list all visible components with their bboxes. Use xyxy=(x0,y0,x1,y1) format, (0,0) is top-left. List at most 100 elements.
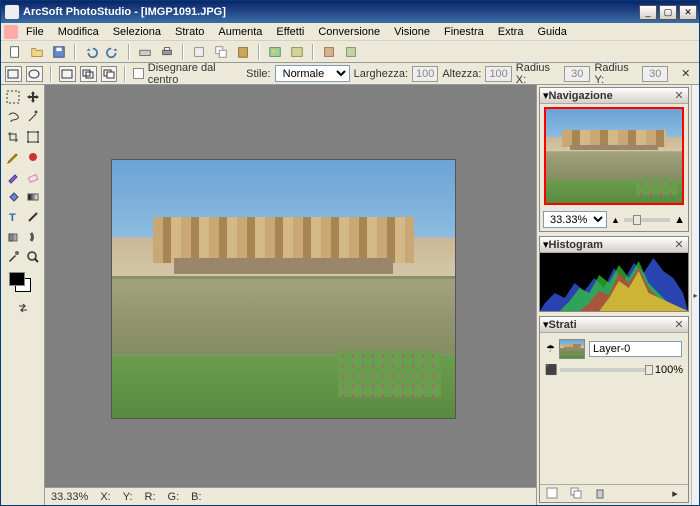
undo-button[interactable] xyxy=(81,43,101,61)
layer-row[interactable]: ☂ Layer-0 xyxy=(543,336,685,362)
mode-add-button[interactable] xyxy=(80,66,97,82)
layers-panel-title: Strati xyxy=(549,319,673,331)
menu-aumenta[interactable]: Aumenta xyxy=(212,25,268,39)
redeye-tool[interactable] xyxy=(24,148,42,166)
radiusx-label: Radius X: xyxy=(516,62,560,86)
layer-menu-button[interactable]: ▸ xyxy=(665,485,685,503)
close-button[interactable]: ✕ xyxy=(679,5,697,20)
zoom-out-icon[interactable]: ▲ xyxy=(611,215,620,225)
layers-panel: ▾Strati✕ ☂ Layer-0 ⬛ 100% ▸ xyxy=(539,316,689,503)
paste-button[interactable] xyxy=(233,43,253,61)
menu-extra[interactable]: Extra xyxy=(492,25,530,39)
swap-colors-icon[interactable] xyxy=(14,299,32,317)
lasso-tool[interactable] xyxy=(4,108,22,126)
menu-bar: File Modifica Seleziona Strato Aumenta E… xyxy=(1,23,699,41)
layers-footer: ▸ xyxy=(540,484,688,502)
histogram-display xyxy=(540,253,688,311)
mode-new-button[interactable] xyxy=(59,66,76,82)
status-y: Y: xyxy=(123,491,133,503)
mode-sub-button[interactable] xyxy=(101,66,118,82)
effect2-button[interactable] xyxy=(341,43,361,61)
copy-button[interactable] xyxy=(211,43,231,61)
app-menu-icon[interactable] xyxy=(4,25,18,39)
save-button[interactable] xyxy=(49,43,69,61)
menu-finestra[interactable]: Finestra xyxy=(438,25,490,39)
nav-close-button[interactable]: ✕ xyxy=(673,90,685,102)
menu-modifica[interactable]: Modifica xyxy=(52,25,105,39)
line-tool[interactable] xyxy=(24,208,42,226)
layer-name-field[interactable]: Layer-0 xyxy=(589,341,682,357)
height-input[interactable]: 100 xyxy=(485,66,511,82)
print-button[interactable] xyxy=(157,43,177,61)
zoom-in-icon[interactable]: ▲ xyxy=(674,214,685,226)
menu-strato[interactable]: Strato xyxy=(169,25,210,39)
layer-lock-icon[interactable]: ⬛ xyxy=(545,365,557,376)
status-r: R: xyxy=(145,491,156,503)
canvas-area[interactable]: 33.33% X: Y: R: G: B: xyxy=(45,85,536,505)
open-button[interactable] xyxy=(27,43,47,61)
shape-rect-button[interactable] xyxy=(5,66,22,82)
menu-visione[interactable]: Visione xyxy=(388,25,436,39)
layer-thumbnail[interactable] xyxy=(559,339,585,359)
new-layer-button[interactable] xyxy=(543,485,563,503)
style-label: Stile: xyxy=(246,68,270,80)
zoom-tool[interactable] xyxy=(24,248,42,266)
brush-tool[interactable] xyxy=(4,168,22,186)
radiusy-label: Radius Y: xyxy=(594,62,638,86)
opacity-slider[interactable] xyxy=(560,368,651,372)
panel-collapse-strip[interactable]: ▸ xyxy=(691,85,699,505)
options-close-button[interactable]: ✕ xyxy=(676,65,695,83)
crop-tool[interactable] xyxy=(4,128,22,146)
zoom-slider[interactable] xyxy=(624,218,670,222)
transform-tool[interactable] xyxy=(24,128,42,146)
histo-close-button[interactable]: ✕ xyxy=(673,239,685,251)
image-canvas[interactable] xyxy=(111,159,456,419)
eyedropper-tool[interactable] xyxy=(4,248,22,266)
menu-file[interactable]: File xyxy=(20,25,50,39)
document-window[interactable] xyxy=(111,159,456,419)
delete-layer-button[interactable] xyxy=(591,485,611,503)
menu-guida[interactable]: Guida xyxy=(531,25,572,39)
new-button[interactable] xyxy=(5,43,25,61)
width-label: Larghezza: xyxy=(354,68,408,80)
image2-button[interactable] xyxy=(287,43,307,61)
histogram-panel: ▾Histogram✕ xyxy=(539,236,689,312)
text-tool[interactable]: T xyxy=(4,208,22,226)
pencil-tool[interactable] xyxy=(4,148,22,166)
minimize-button[interactable]: _ xyxy=(639,5,657,20)
clone-tool[interactable] xyxy=(4,228,22,246)
navigator-thumbnail[interactable] xyxy=(544,107,684,205)
move-tool[interactable] xyxy=(24,88,42,106)
menu-seleziona[interactable]: Seleziona xyxy=(107,25,167,39)
redo-button[interactable] xyxy=(103,43,123,61)
radiusy-input[interactable]: 30 xyxy=(642,66,668,82)
scanner-button[interactable] xyxy=(135,43,155,61)
wand-tool[interactable] xyxy=(24,108,42,126)
maximize-button[interactable]: ▢ xyxy=(659,5,677,20)
cut-button[interactable] xyxy=(189,43,209,61)
smudge-tool[interactable] xyxy=(24,228,42,246)
draw-center-checkbox[interactable] xyxy=(133,68,143,79)
menu-conversione[interactable]: Conversione xyxy=(312,25,386,39)
style-select[interactable]: Normale xyxy=(275,65,350,82)
opacity-value: 100% xyxy=(655,364,683,376)
layers-close-button[interactable]: ✕ xyxy=(673,319,685,331)
eraser-tool[interactable] xyxy=(24,168,42,186)
effect1-button[interactable] xyxy=(319,43,339,61)
layer-visibility-icon[interactable]: ☂ xyxy=(546,344,555,355)
image-button[interactable] xyxy=(265,43,285,61)
bucket-tool[interactable] xyxy=(4,188,22,206)
radiusx-input[interactable]: 30 xyxy=(564,66,590,82)
shape-ellipse-button[interactable] xyxy=(26,66,43,82)
zoom-select[interactable]: 33.33% xyxy=(543,211,607,228)
options-bar: Disegnare dal centro Stile: Normale Larg… xyxy=(1,63,699,85)
marquee-tool[interactable] xyxy=(4,88,22,106)
gradient-tool[interactable] xyxy=(24,188,42,206)
width-input[interactable]: 100 xyxy=(412,66,438,82)
copy-layer-button[interactable] xyxy=(567,485,587,503)
status-x: X: xyxy=(100,491,110,503)
menu-effetti[interactable]: Effetti xyxy=(270,25,310,39)
status-bar: 33.33% X: Y: R: G: B: xyxy=(45,487,536,505)
height-label: Altezza: xyxy=(442,68,481,80)
color-swatch[interactable] xyxy=(9,272,37,294)
